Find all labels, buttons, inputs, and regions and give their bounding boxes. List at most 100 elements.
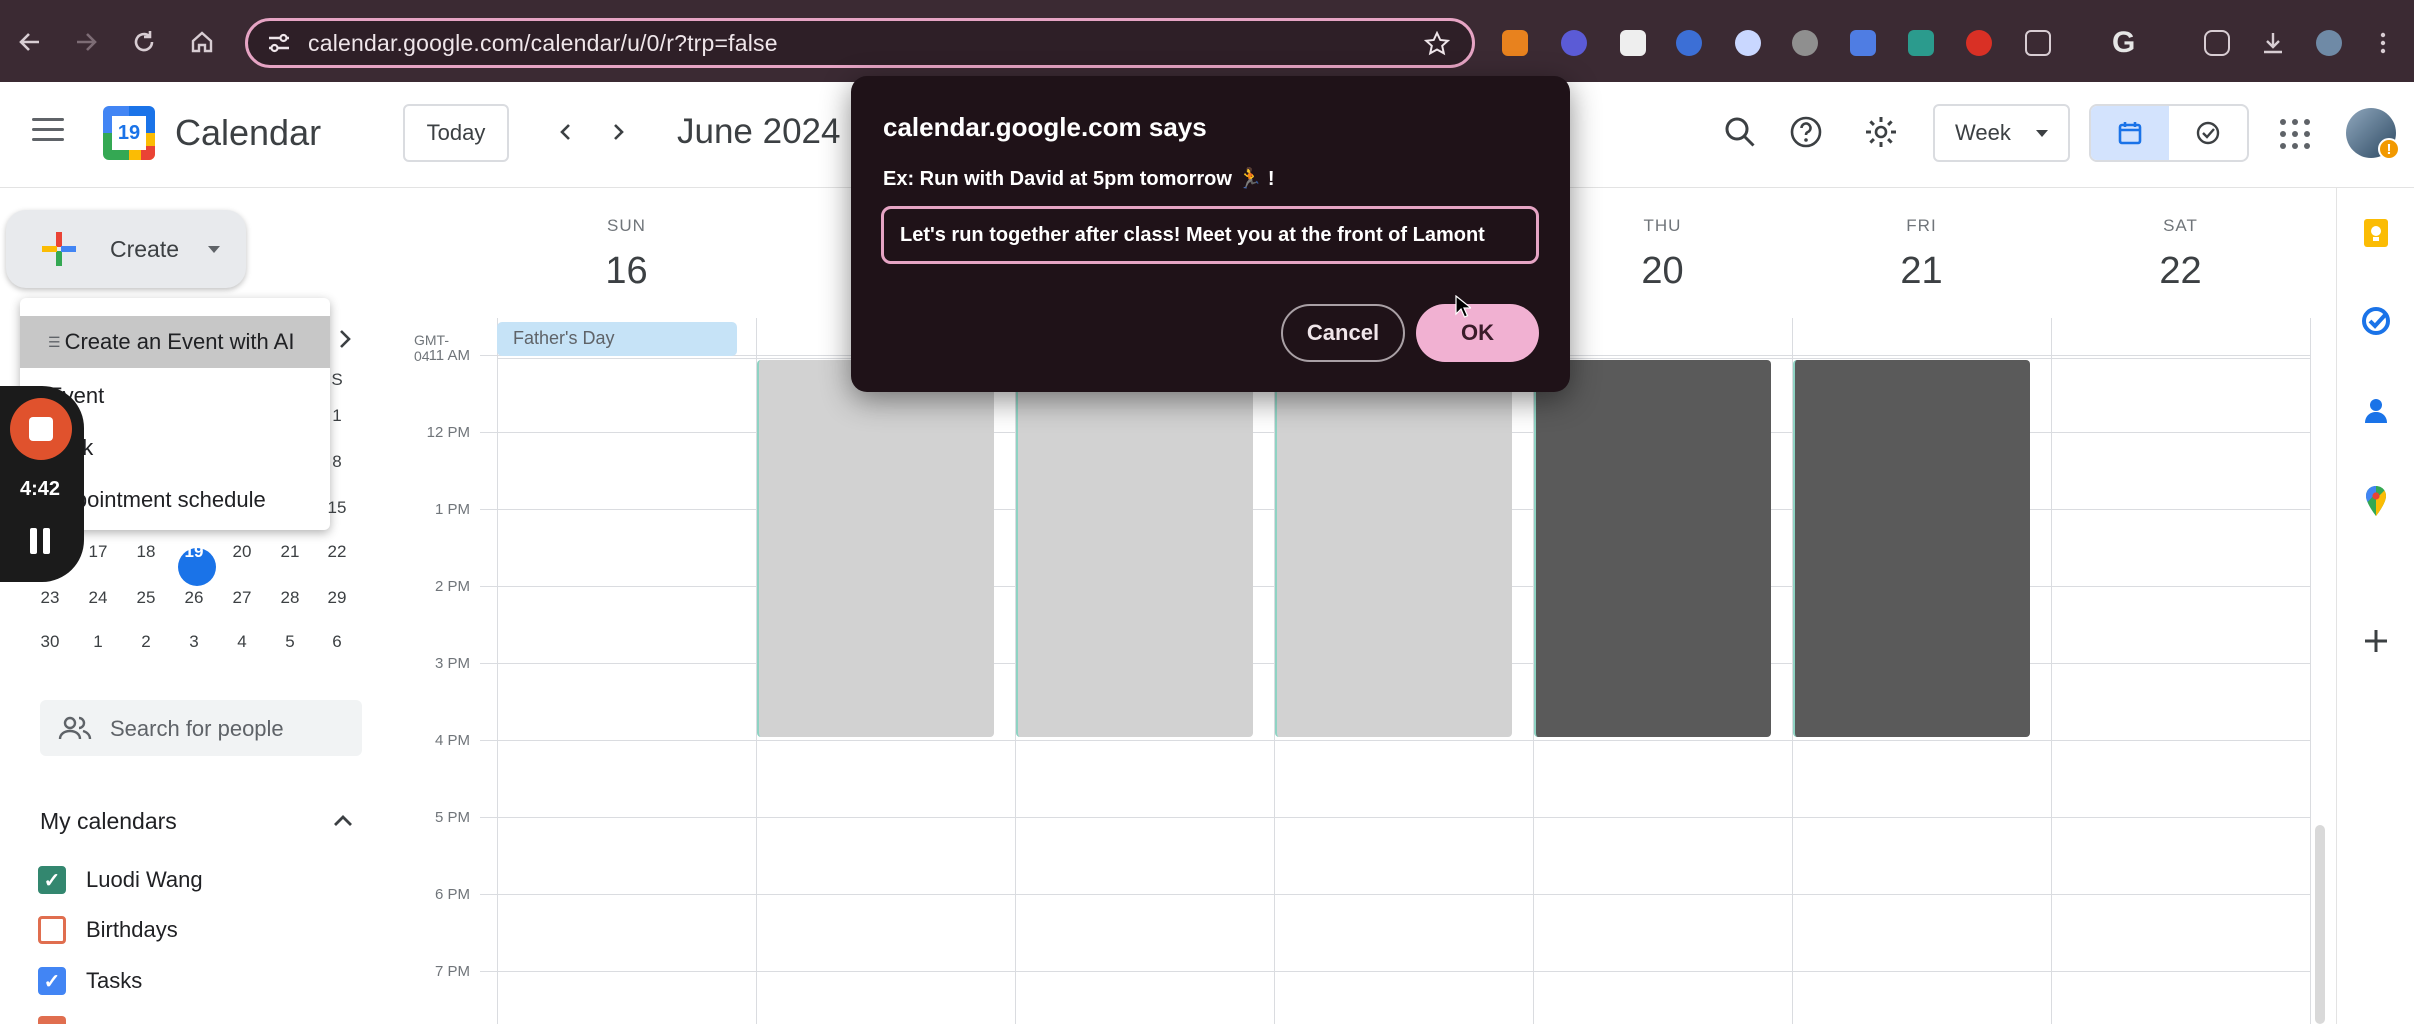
bookmark-star-icon[interactable] bbox=[1424, 31, 1450, 57]
google-g-icon[interactable]: G bbox=[2112, 26, 2135, 60]
tasks-view-icon[interactable] bbox=[2169, 106, 2247, 160]
mini-calendar-day[interactable]: 3 bbox=[174, 632, 214, 652]
extension-grid-icon[interactable] bbox=[1908, 30, 1934, 56]
checkbox[interactable]: ✓ bbox=[38, 866, 66, 894]
mini-calendar-day[interactable]: 19 bbox=[174, 542, 214, 562]
mini-calendar-day[interactable]: 24 bbox=[78, 588, 118, 608]
settings-gear-icon[interactable] bbox=[1861, 112, 1901, 152]
download-icon[interactable] bbox=[2260, 30, 2286, 56]
day-number[interactable]: 16 bbox=[497, 250, 756, 293]
create-button-label: Create bbox=[110, 236, 180, 262]
event-block[interactable] bbox=[1016, 360, 1253, 737]
mini-calendar-day[interactable]: 15 bbox=[317, 498, 357, 518]
event-block[interactable] bbox=[1534, 360, 1771, 737]
extension-chart-icon[interactable] bbox=[1676, 30, 1702, 56]
mini-calendar-day[interactable]: 6 bbox=[317, 632, 357, 652]
extension-sync-icon[interactable] bbox=[2204, 30, 2230, 56]
day-number[interactable]: 21 bbox=[1792, 250, 2051, 293]
mini-calendar-day[interactable]: 23 bbox=[30, 588, 70, 608]
next-week-icon[interactable] bbox=[600, 114, 636, 150]
mini-calendar-day[interactable]: 30 bbox=[30, 632, 70, 652]
event-block[interactable] bbox=[757, 360, 994, 737]
mini-calendar-day[interactable]: 17 bbox=[78, 542, 118, 562]
mini-calendar-day[interactable]: 27 bbox=[222, 588, 262, 608]
mini-calendar-day[interactable]: 1 bbox=[317, 406, 357, 426]
cancel-button[interactable]: Cancel bbox=[1281, 304, 1405, 362]
google-apps-icon[interactable] bbox=[2280, 119, 2310, 149]
today-button[interactable]: Today bbox=[403, 104, 509, 162]
back-icon[interactable] bbox=[10, 22, 50, 62]
time-label: 11 AM bbox=[428, 347, 470, 364]
day-number[interactable]: 22 bbox=[2051, 250, 2310, 293]
prompt-dialog: calendar.google.com says Ex: Run with Da… bbox=[851, 76, 1570, 392]
event-block[interactable] bbox=[1793, 360, 2030, 737]
extension-doc-icon[interactable] bbox=[1850, 30, 1876, 56]
mini-calendar-day[interactable]: 21 bbox=[270, 542, 310, 562]
people-search-input[interactable]: Search for people bbox=[40, 700, 362, 756]
url-text[interactable]: calendar.google.com/calendar/u/0/r?trp=f… bbox=[308, 30, 778, 57]
mini-calendar-day[interactable]: 2 bbox=[126, 632, 166, 652]
grid-scrollbar[interactable] bbox=[2315, 825, 2325, 1024]
tasks-icon[interactable] bbox=[2359, 304, 2393, 338]
calendar-tasks-toggle bbox=[2089, 104, 2249, 162]
calendar-item-tasks[interactable]: ✓ Tasks bbox=[38, 965, 142, 997]
extensions-puzzle-icon[interactable] bbox=[2025, 30, 2051, 56]
people-search-placeholder: Search for people bbox=[110, 716, 284, 741]
main-menu-icon[interactable] bbox=[32, 118, 64, 142]
account-avatar[interactable]: ! bbox=[2346, 108, 2400, 160]
pause-icon[interactable] bbox=[30, 528, 52, 554]
calendar-item-luodi-wang[interactable]: ✓ Luodi Wang bbox=[38, 864, 203, 896]
add-addon-plus-icon[interactable] bbox=[2359, 624, 2393, 658]
calendar-view-icon[interactable] bbox=[2091, 106, 2169, 160]
extension-moon-icon[interactable] bbox=[1792, 30, 1818, 56]
site-settings-icon[interactable] bbox=[264, 28, 294, 58]
home-icon[interactable] bbox=[182, 22, 222, 62]
view-selector[interactable]: Week bbox=[1933, 104, 2070, 162]
day-number[interactable]: 20 bbox=[1533, 250, 1792, 293]
chevron-up-icon[interactable] bbox=[330, 808, 356, 834]
allday-event-fathers-day[interactable]: Father's Day bbox=[497, 322, 737, 356]
calendar-name: Birthdays bbox=[86, 917, 178, 942]
keep-icon[interactable] bbox=[2359, 216, 2393, 250]
browser-menu-icon[interactable] bbox=[2370, 30, 2396, 56]
dialog-input[interactable] bbox=[881, 206, 1539, 264]
calendar-item-birthdays[interactable]: Birthdays bbox=[38, 914, 178, 946]
previous-week-icon[interactable] bbox=[548, 114, 584, 150]
mini-calendar-day[interactable]: 25 bbox=[126, 588, 166, 608]
mini-calendar-day[interactable]: 5 bbox=[270, 632, 310, 652]
mini-calendar-day[interactable]: 28 bbox=[270, 588, 310, 608]
mini-calendar-next-icon[interactable] bbox=[337, 326, 353, 357]
help-icon[interactable] bbox=[1786, 112, 1826, 152]
mini-calendar-day[interactable]: 22 bbox=[317, 542, 357, 562]
checkbox[interactable] bbox=[38, 916, 66, 944]
mini-calendar-day[interactable]: 26 bbox=[174, 588, 214, 608]
mini-calendar-day[interactable]: 29 bbox=[317, 588, 357, 608]
mini-calendar-day[interactable]: 18 bbox=[126, 542, 166, 562]
extension-window-icon[interactable] bbox=[1620, 30, 1646, 56]
ok-button[interactable]: OK bbox=[1416, 304, 1539, 362]
extension-gear-icon[interactable] bbox=[1561, 30, 1587, 56]
mini-calendar-day[interactable]: 20 bbox=[222, 542, 262, 562]
extension-circle-icon[interactable] bbox=[1735, 30, 1761, 56]
extension-hand-icon[interactable] bbox=[1966, 30, 1992, 56]
extension-fox-icon[interactable] bbox=[1502, 30, 1528, 56]
mouse-cursor-icon bbox=[1455, 295, 1471, 318]
mini-calendar-day[interactable]: 1 bbox=[78, 632, 118, 652]
contacts-icon[interactable] bbox=[2359, 394, 2393, 428]
mini-calendar-day[interactable]: 8 bbox=[317, 452, 357, 472]
stop-recording-button[interactable] bbox=[10, 398, 72, 460]
address-bar[interactable]: calendar.google.com/calendar/u/0/r?trp=f… bbox=[245, 18, 1475, 68]
my-calendars-title[interactable]: My calendars bbox=[40, 808, 177, 835]
mini-calendar-day[interactable]: 4 bbox=[222, 632, 262, 652]
reload-icon[interactable] bbox=[124, 22, 164, 62]
checkbox[interactable]: ✓ bbox=[38, 967, 66, 995]
menu-item-create-event-ai[interactable]: ☰ Create an Event with AI bbox=[20, 316, 330, 368]
create-button[interactable]: Create bbox=[6, 210, 246, 288]
day-of-week-label: SUN bbox=[607, 216, 646, 235]
forward-icon[interactable] bbox=[66, 22, 106, 62]
ai-sparkle-icon: ☰ bbox=[48, 333, 61, 350]
profile-avatar-icon[interactable] bbox=[2316, 30, 2342, 56]
event-block[interactable] bbox=[1275, 360, 1512, 737]
maps-icon[interactable] bbox=[2359, 484, 2393, 518]
search-icon[interactable] bbox=[1720, 112, 1760, 152]
